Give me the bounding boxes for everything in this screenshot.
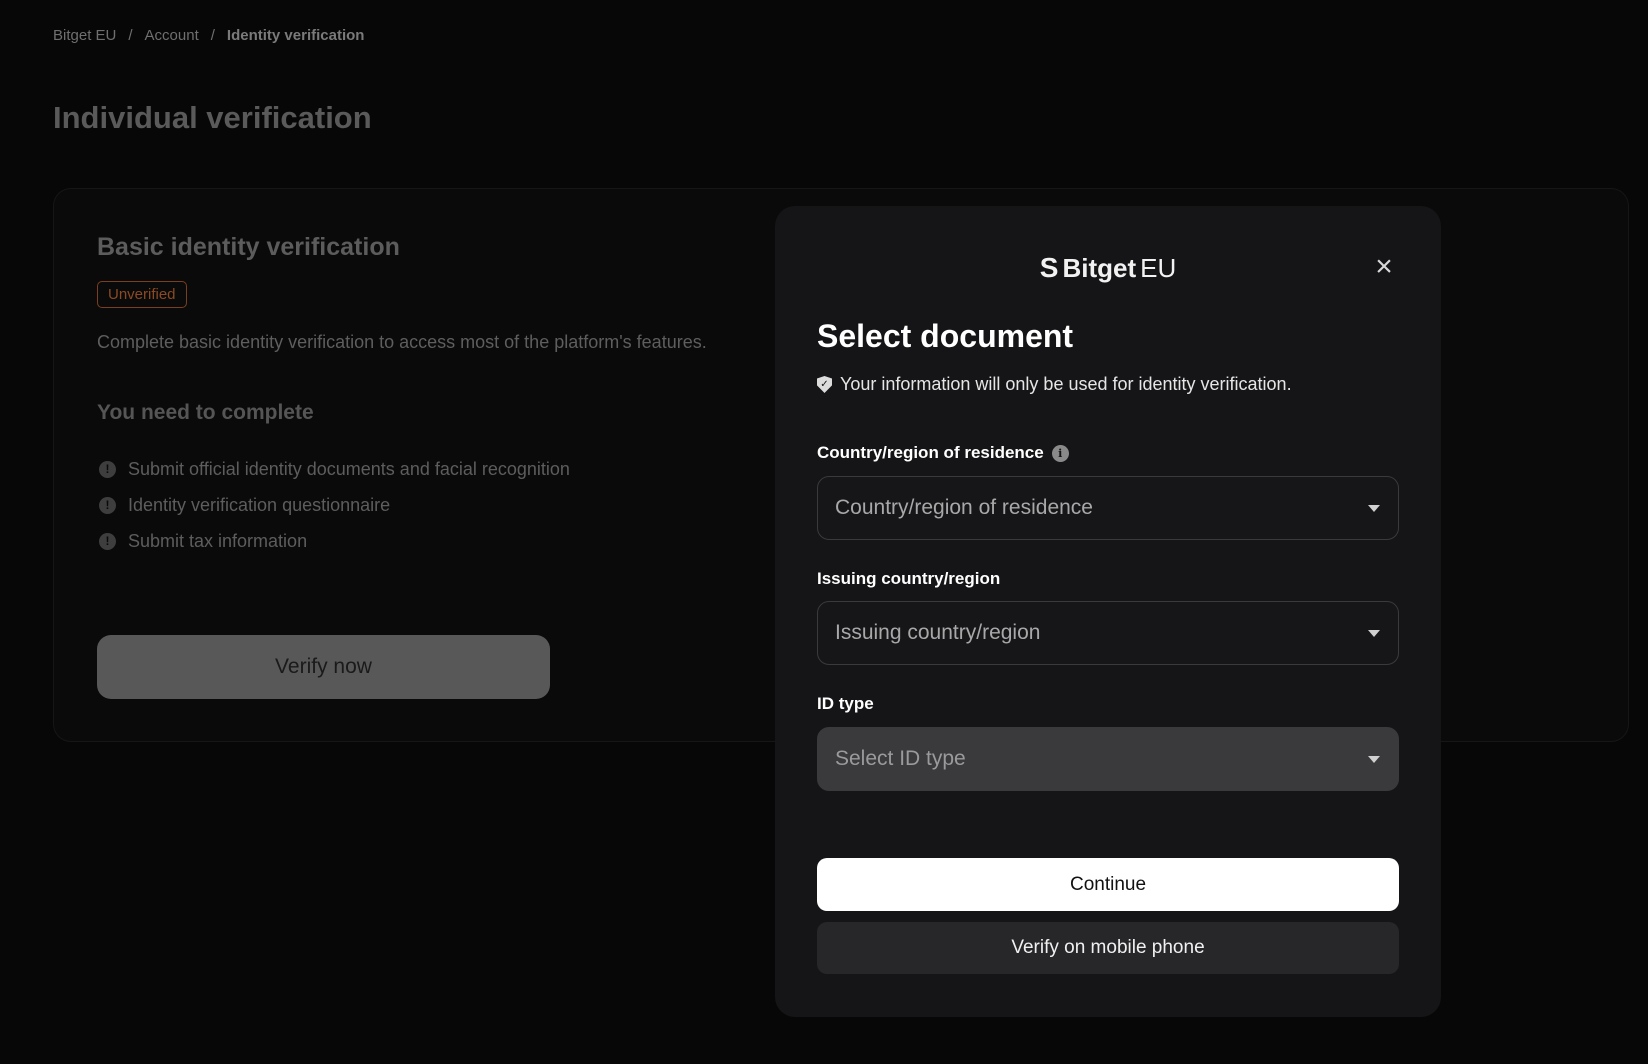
continue-button[interactable]: Continue xyxy=(817,858,1399,911)
card-description: Complete basic identity verification to … xyxy=(97,332,707,352)
list-item: ! Identity verification questionnaire xyxy=(97,487,570,523)
requirement-label: Identity verification questionnaire xyxy=(128,494,391,515)
requirement-label: Submit tax information xyxy=(128,530,308,551)
residence-select[interactable]: Country/region of residence xyxy=(817,476,1399,540)
id-type-label-text: ID type xyxy=(817,694,874,713)
caret-down-icon xyxy=(1368,504,1380,512)
breadcrumb: Bitget EU / Account / Identity verificat… xyxy=(53,27,364,44)
bitget-logo-icon: S xyxy=(1039,252,1059,283)
info-icon[interactable]: i xyxy=(1051,444,1069,462)
exclamation-circle-icon: ! xyxy=(99,532,116,550)
list-item: ! Submit official identity documents and… xyxy=(97,451,570,487)
breadcrumb-item-current: Identity verification xyxy=(226,27,365,44)
issuing-country-select[interactable]: Issuing country/region xyxy=(817,601,1399,665)
residence-placeholder: Country/region of residence xyxy=(835,496,1093,519)
exclamation-circle-icon: ! xyxy=(99,460,116,478)
logo-brand-text: Bitget xyxy=(1062,252,1137,283)
requirement-label: Submit official identity documents and f… xyxy=(128,458,570,479)
close-button[interactable]: × xyxy=(1367,250,1401,284)
breadcrumb-item-home[interactable]: Bitget EU xyxy=(53,27,116,44)
issuing-label: Issuing country/region xyxy=(817,569,1000,589)
verify-now-button[interactable]: Verify now xyxy=(97,635,550,699)
list-item: ! Submit tax information xyxy=(97,523,570,559)
shield-check-icon: ✓ xyxy=(817,376,832,393)
breadcrumb-separator: / xyxy=(128,27,133,44)
card-title: Basic identity verification xyxy=(97,233,400,261)
issuing-placeholder: Issuing country/region xyxy=(835,621,1041,644)
issuing-label-text: Issuing country/region xyxy=(817,569,1001,588)
breadcrumb-item-account[interactable]: Account xyxy=(145,27,199,44)
caret-down-icon xyxy=(1368,629,1380,637)
requirements-list: ! Submit official identity documents and… xyxy=(97,451,570,559)
brand-logo: S Bitget EU xyxy=(775,252,1441,284)
caret-down-icon xyxy=(1368,755,1380,763)
verify-on-mobile-button[interactable]: Verify on mobile phone xyxy=(817,922,1399,974)
residence-label: Country/region of residence i xyxy=(817,443,1069,463)
logo-region-text: EU xyxy=(1140,252,1177,283)
select-document-modal: S Bitget EU × Select document ✓ Your inf… xyxy=(775,206,1441,1017)
id-type-label: ID type xyxy=(817,694,874,714)
residence-label-text: Country/region of residence xyxy=(817,443,1044,462)
status-badge: Unverified xyxy=(97,281,187,308)
exclamation-circle-icon: ! xyxy=(99,496,116,514)
page-title: Individual verification xyxy=(53,100,372,135)
id-type-placeholder: Select ID type xyxy=(835,747,966,770)
close-icon: × xyxy=(1375,250,1393,283)
requirements-title: You need to complete xyxy=(97,401,314,424)
breadcrumb-separator: / xyxy=(210,27,215,44)
notice-text: Your information will only be used for i… xyxy=(840,374,1292,394)
id-type-select[interactable]: Select ID type xyxy=(817,727,1399,791)
modal-title: Select document xyxy=(817,318,1074,354)
privacy-notice: ✓ Your information will only be used for… xyxy=(817,374,1292,395)
